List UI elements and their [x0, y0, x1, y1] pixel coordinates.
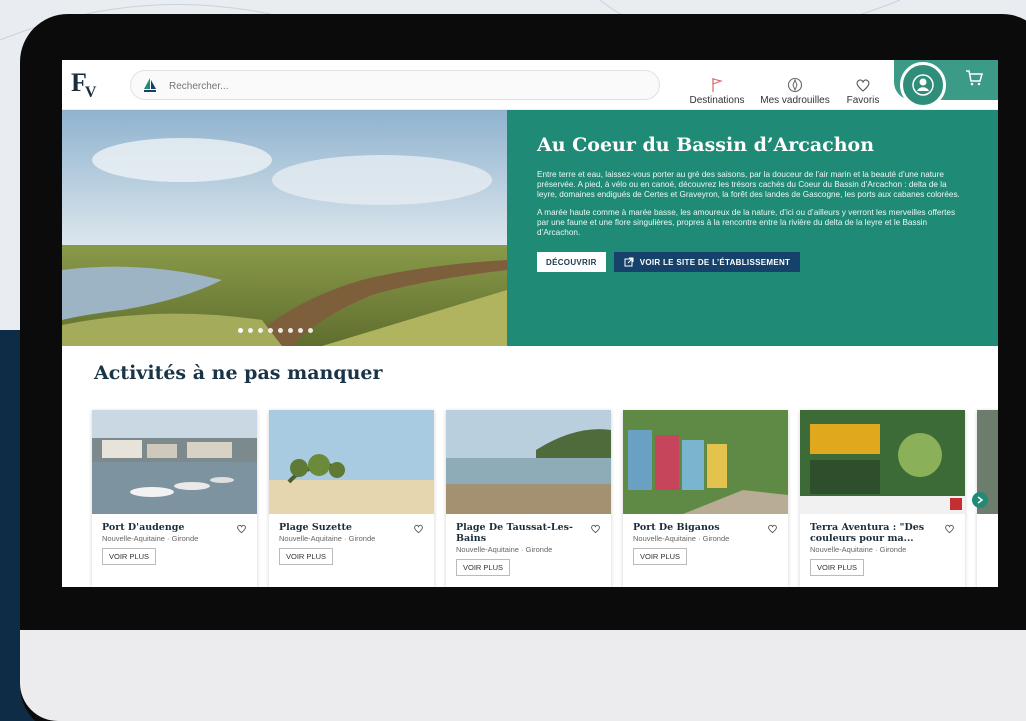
- see-more-button[interactable]: VOIR PLUS: [102, 548, 157, 565]
- see-more-button[interactable]: VOIR PLUS: [456, 559, 511, 576]
- card-image: [800, 410, 965, 514]
- browser-screen: FV Destinations: [62, 60, 998, 587]
- account-button[interactable]: [900, 62, 946, 108]
- carousel-dot[interactable]: [268, 328, 273, 333]
- hero-paragraph-1: Entre terre et eau, laissez-vous porter …: [537, 170, 960, 199]
- heart-icon[interactable]: [590, 524, 601, 534]
- card-location: Nouvelle-Aquitaine · Gironde: [456, 545, 553, 554]
- activity-card[interactable]: Terra Aventura : "Des couleurs pour ma..…: [800, 410, 965, 587]
- card-location: Nouvelle-Aquitaine · Gironde: [810, 545, 907, 554]
- logo-letter-f: F: [71, 68, 87, 97]
- carousel-dot[interactable]: [308, 328, 313, 333]
- card-title: Plage Suzette: [279, 522, 352, 533]
- card-body: Port De Biganos Nouvelle-Aquitaine · Gir…: [623, 514, 788, 565]
- carousel-dot[interactable]: [258, 328, 263, 333]
- section-title: Activités à ne pas manquer: [94, 362, 383, 384]
- top-navigation-bar: FV Destinations: [62, 60, 998, 110]
- card-image: [269, 410, 434, 514]
- logo-letter-v: V: [84, 84, 96, 101]
- hero-buttons: DÉCOUVRIR VOIR LE SITE DE L’ÉTABLISSEMEN…: [537, 252, 968, 272]
- card-title: Port D'audenge: [102, 522, 185, 533]
- carousel-dot[interactable]: [298, 328, 303, 333]
- sailboat-icon: [144, 78, 156, 92]
- activity-card[interactable]: Port De Biganos Nouvelle-Aquitaine · Gir…: [623, 410, 788, 587]
- activity-card[interactable]: Plage Suzette Nouvelle-Aquitaine · Giron…: [269, 410, 434, 587]
- see-more-button[interactable]: VOIR PLUS: [810, 559, 865, 576]
- see-more-button[interactable]: VOIR PLUS: [279, 548, 334, 565]
- card-title: Port De Biganos: [633, 522, 720, 533]
- card-body: Plage Suzette Nouvelle-Aquitaine · Giron…: [269, 514, 434, 565]
- hero-paragraph-2: A marée haute comme à marée basse, les a…: [537, 208, 956, 237]
- visit-site-button[interactable]: VOIR LE SITE DE L’ÉTABLISSEMENT: [613, 252, 801, 272]
- user-icon: [912, 74, 934, 96]
- card-body: Terra Aventura : "Des couleurs pour ma..…: [800, 514, 965, 576]
- activity-cards: Port D'audenge Nouvelle-Aquitaine · Giro…: [92, 410, 998, 587]
- heart-icon[interactable]: [236, 524, 247, 534]
- carousel-dot[interactable]: [278, 328, 283, 333]
- main-nav: Destinations Mes vadrouilles Favoris: [682, 66, 896, 106]
- marsh-landscape-illustration: [62, 110, 507, 346]
- card-title: Plage De Taussat-Les-Bains: [456, 522, 573, 544]
- device-bottom-bezel: [20, 630, 1026, 721]
- nav-mes-vadrouilles[interactable]: Mes vadrouilles: [760, 66, 830, 106]
- hero-image[interactable]: [62, 110, 507, 346]
- heart-icon[interactable]: [767, 524, 778, 534]
- card-body: Port D'audenge Nouvelle-Aquitaine · Giro…: [92, 514, 257, 565]
- hero-text-panel: Au Coeur du Bassin d’Arcachon Entre terr…: [507, 110, 998, 346]
- heart-icon: [856, 79, 870, 92]
- nav-mes-vadrouilles-label: Mes vadrouilles: [760, 95, 830, 106]
- card-image: [623, 410, 788, 514]
- card-location: Nouvelle-Aquitaine · Gironde: [102, 534, 199, 543]
- card-image: [92, 410, 257, 514]
- carousel-dot[interactable]: [288, 328, 293, 333]
- search-bar: [130, 70, 660, 100]
- external-link-icon: [624, 257, 634, 267]
- cart-button[interactable]: [964, 68, 984, 93]
- nav-favoris[interactable]: Favoris: [838, 66, 888, 106]
- carousel-dots: [238, 328, 318, 333]
- nav-destinations[interactable]: Destinations: [682, 66, 752, 106]
- search-input[interactable]: [169, 76, 649, 96]
- flag-icon: [712, 78, 723, 92]
- carousel-next-button[interactable]: [972, 492, 988, 508]
- activity-card[interactable]: Port D'audenge Nouvelle-Aquitaine · Giro…: [92, 410, 257, 587]
- hero-title: Au Coeur du Bassin d’Arcachon: [537, 134, 875, 156]
- site-logo[interactable]: FV: [71, 68, 96, 101]
- card-title: Terra Aventura : "Des couleurs pour ma..…: [810, 522, 925, 544]
- card-location: Nouvelle-Aquitaine · Gironde: [633, 534, 730, 543]
- hero-banner: Au Coeur du Bassin d’Arcachon Entre terr…: [62, 110, 998, 346]
- chevron-right-icon: [977, 496, 984, 504]
- activity-card[interactable]: Plage De Taussat-Les-Bains Nouvelle-Aqui…: [446, 410, 611, 587]
- visit-site-label: VOIR LE SITE DE L’ÉTABLISSEMENT: [639, 257, 791, 267]
- heart-icon[interactable]: [413, 524, 424, 534]
- see-more-button[interactable]: VOIR PLUS: [633, 548, 688, 565]
- heart-icon[interactable]: [944, 524, 955, 534]
- nav-destinations-label: Destinations: [689, 95, 745, 106]
- discover-button[interactable]: DÉCOUVRIR: [537, 252, 606, 272]
- card-body: Plage De Taussat-Les-Bains Nouvelle-Aqui…: [446, 514, 611, 576]
- carousel-dot[interactable]: [238, 328, 243, 333]
- carousel-dot[interactable]: [248, 328, 253, 333]
- compass-icon: [787, 77, 803, 93]
- card-location: Nouvelle-Aquitaine · Gironde: [279, 534, 376, 543]
- nav-favoris-label: Favoris: [846, 95, 880, 106]
- cart-icon: [966, 70, 983, 86]
- card-image: [446, 410, 611, 514]
